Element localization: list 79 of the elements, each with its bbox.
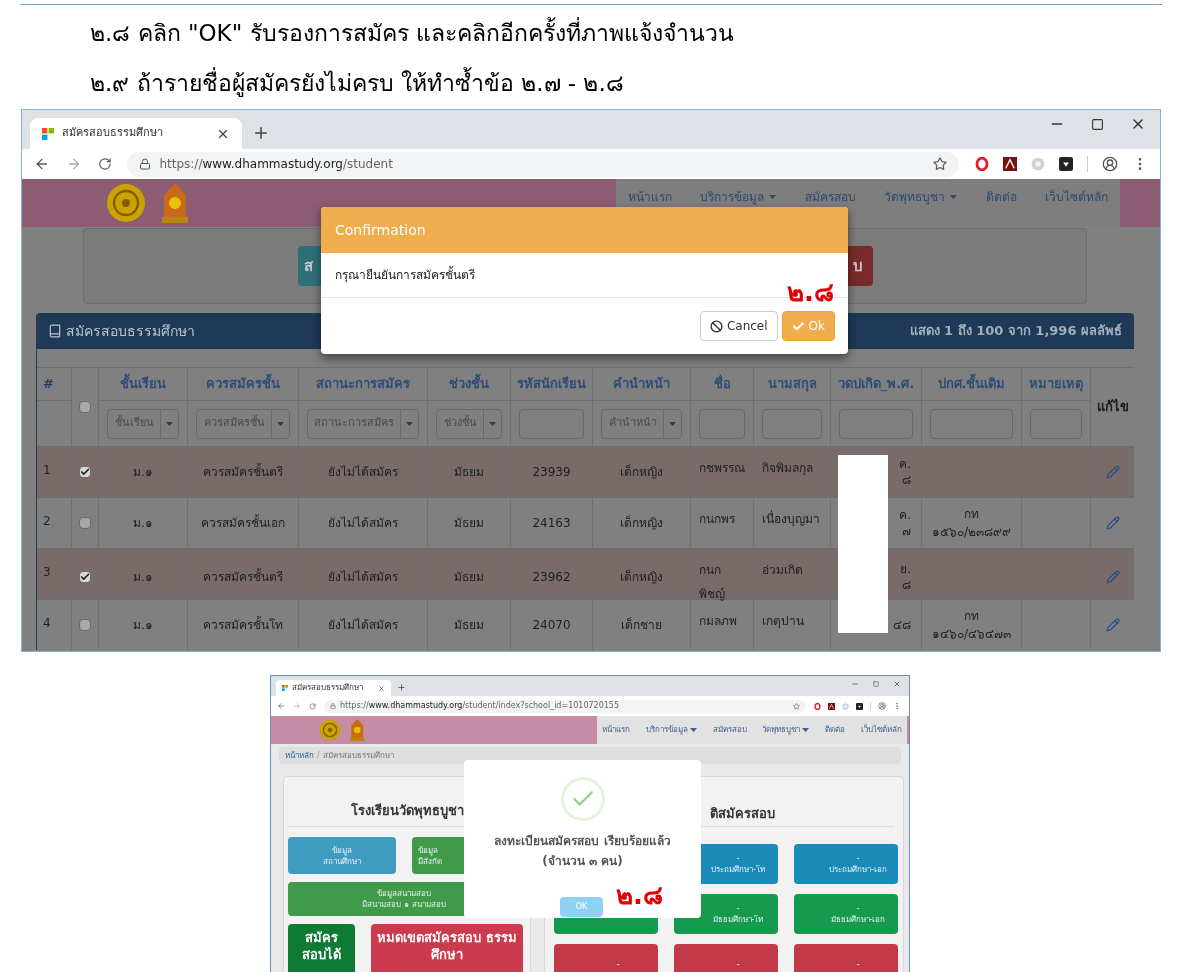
table-cell-text: 23962 — [532, 569, 571, 586]
results-summary: แสดง 1 ถึง 100 จาก 1,996 ผลลัพธ์ — [909, 322, 1122, 341]
table-cell: ควรสมัครชั้นตรี — [203, 463, 283, 481]
row-number: 2 — [43, 514, 51, 528]
table-cell-text: มัธยม — [454, 464, 484, 481]
panel-title: สมัครสอบธรรมศึกษา — [66, 321, 195, 341]
step-annotation: ๒.๘ — [616, 882, 663, 908]
table-cell: ย. — [900, 561, 911, 577]
step-annotation: ๒.๘ — [787, 279, 834, 305]
table-cell: กชพรรณ — [699, 461, 745, 475]
row-number: 3 — [43, 565, 51, 579]
table-cell-text: 24163 — [532, 515, 571, 532]
table-cell: อ่วมเกิด — [762, 563, 803, 577]
instruction-text: ๒.๘ คลิก "OK" รับรองการสมัคร และคลิกอีกครั้งที่ภาพแจ้งจำนวน — [90, 17, 1182, 49]
table-cell: ค. — [899, 456, 911, 472]
table-cell-text: ยังไม่ได้สมัคร — [328, 515, 398, 532]
tile-value: - — [616, 958, 620, 970]
column-header: # — [43, 375, 54, 394]
table-cell: กนก พิชญ์ — [699, 563, 725, 601]
table-cell: เด็กหญิง — [620, 463, 663, 481]
table-cell: เนื่องบุญมา — [762, 512, 820, 526]
table-cell-text: 23939 — [532, 464, 571, 481]
tile-text: มัธยมศึกษา-โท — [712, 914, 764, 925]
table-cell: กิจพิมลกุล — [762, 461, 813, 475]
table-cell: เกตุปาน — [762, 614, 804, 628]
table-cell-text: ม.๑ — [133, 515, 153, 532]
table-cell-text: ยังไม่ได้สมัคร — [328, 464, 398, 481]
tile-text: ประถมศึกษา-โท — [711, 864, 765, 875]
table-cell: ควรสมัครชั้นเอก — [201, 514, 285, 532]
tile-value: - — [856, 853, 860, 864]
table-cell-text: กท ๑๔๖๐/๔๖๔๗๓ — [930, 608, 1012, 643]
table-cell: ๘ — [902, 577, 911, 593]
tile-value: - — [856, 958, 860, 970]
table-cell: กนกพร — [699, 512, 735, 526]
tile-value: - — [856, 903, 860, 914]
breadcrumb-separator: / — [317, 749, 320, 762]
table-cell-text: ม.๑ — [133, 569, 153, 586]
table-cell-text: ม.๑ — [133, 617, 153, 634]
row-number: 4 — [43, 616, 51, 630]
dialog-title: Confirmation — [335, 220, 426, 240]
table-cell: ควรสมัครชั้นโท — [203, 616, 283, 634]
table-cell-text: ม.๑ — [133, 464, 153, 481]
table-cell-text: มัธยม — [454, 617, 484, 634]
table-cell: ๘ — [902, 472, 911, 488]
tile-text: ข้อมูล — [332, 844, 352, 856]
table-cell: เด็กหญิง — [620, 514, 663, 532]
panel-title: ติสมัครสอบ — [710, 806, 775, 821]
table-cell: กมลภพ — [699, 614, 737, 628]
table-cell-text: ยังไม่ได้สมัคร — [328, 569, 398, 586]
tile-value: - — [736, 903, 740, 914]
tile-text: สมัคร สอบได้ — [301, 929, 342, 964]
table-cell-text: ยังไม่ได้สมัคร — [328, 617, 398, 634]
dialog-message: ลงทะเบียนสมัครสอบ เรียบร้อยแล้ว (จำนวน ๓ คน) — [493, 833, 672, 870]
table-cell-text: มัธยม — [454, 515, 484, 532]
tile-value: - — [736, 958, 740, 970]
table-cell: ๔๘ — [893, 617, 911, 633]
table-cell: ค. — [899, 507, 911, 523]
tile-text: ข้อมูล — [418, 844, 438, 856]
table-cell: ควรสมัครชั้นตรี — [203, 568, 283, 586]
tile-value: - — [736, 853, 740, 864]
tile-text: มีสังกัด — [418, 855, 442, 867]
instruction-text: ๒.๙ ถ้ารายชื่อผู้สมัครยังไม่ครบ ให้ทำซ้ำข้อ ๒.๗ - ๒.๘ — [90, 67, 1182, 99]
table-cell: เด็กหญิง — [620, 568, 663, 586]
column-header: แก้ไข — [1097, 398, 1129, 417]
table-cell: เด็กชาย — [621, 616, 662, 634]
row-number: 1 — [43, 463, 51, 477]
table-cell: ๗ — [902, 523, 911, 539]
dialog-message: กรุณายืนยันการสมัครชั้นตรี — [335, 266, 475, 284]
tile-text: สถานศึกษา — [323, 855, 361, 867]
table-cell-text: กท ๑๕๖๐/๒๓๘๙๙ — [930, 506, 1012, 541]
panel-title: โรงเรียนวัดพุทธบูชา — [350, 802, 464, 821]
tile-text: ข้อมูลสนามสอบ — [377, 888, 431, 899]
tile-text: มีสนามสอบ ๑ สนามสอบ — [362, 899, 446, 910]
tile-text: มัธยมศึกษา-เอก — [830, 914, 886, 925]
tile-text: หมดเขตสมัครสอบ ธรรมศึกษา — [377, 929, 517, 964]
tile-text: ประถมศึกษา-เอก — [829, 864, 887, 875]
breadcrumb-current: สมัครสอบธรรมศึกษา — [322, 749, 394, 762]
table-cell-text: 24070 — [532, 617, 571, 634]
table-cell-text: มัธยม — [454, 569, 484, 586]
